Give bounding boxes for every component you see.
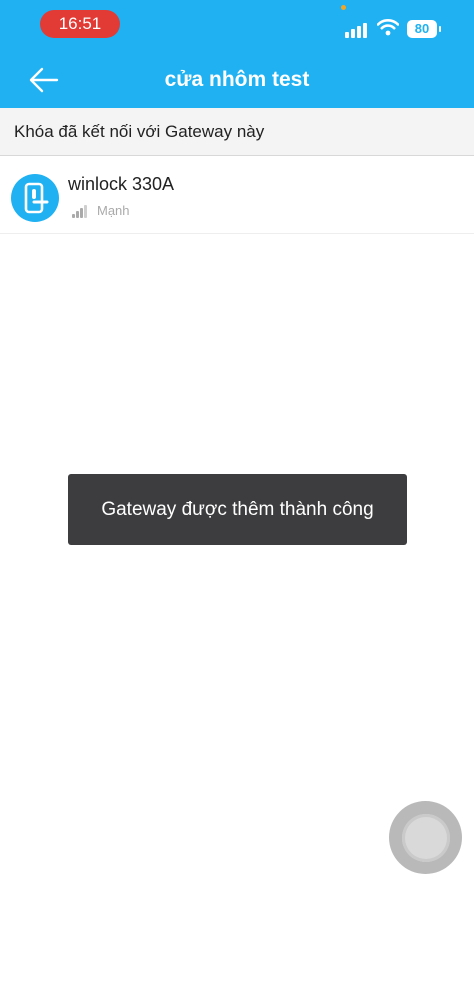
signal-strength-icon [72, 204, 90, 218]
assistive-touch-icon [401, 813, 450, 862]
lock-name: winlock 330A [68, 174, 175, 194]
screen: 16:51 80 cửa nhôm test Khóa đã kết nối v… [0, 0, 474, 994]
status-time: 16:51 [40, 10, 120, 38]
battery-icon: 80 [407, 20, 441, 38]
privacy-indicator-icon [341, 5, 346, 10]
header-bar: 16:51 80 cửa nhôm test [0, 0, 474, 108]
section-title: Khóa đã kết nối với Gateway này [0, 108, 474, 156]
signal-strength-label: Mạnh [97, 203, 130, 218]
toast-message: Gateway được thêm thành công [68, 474, 407, 545]
signal-icon [345, 22, 371, 38]
lock-list-item[interactable]: winlock 330A Mạnh [0, 158, 474, 234]
wifi-icon [377, 19, 399, 36]
page-title: cửa nhôm test [164, 68, 310, 91]
assistive-touch-button[interactable] [389, 801, 462, 874]
door-lock-icon [11, 174, 59, 222]
